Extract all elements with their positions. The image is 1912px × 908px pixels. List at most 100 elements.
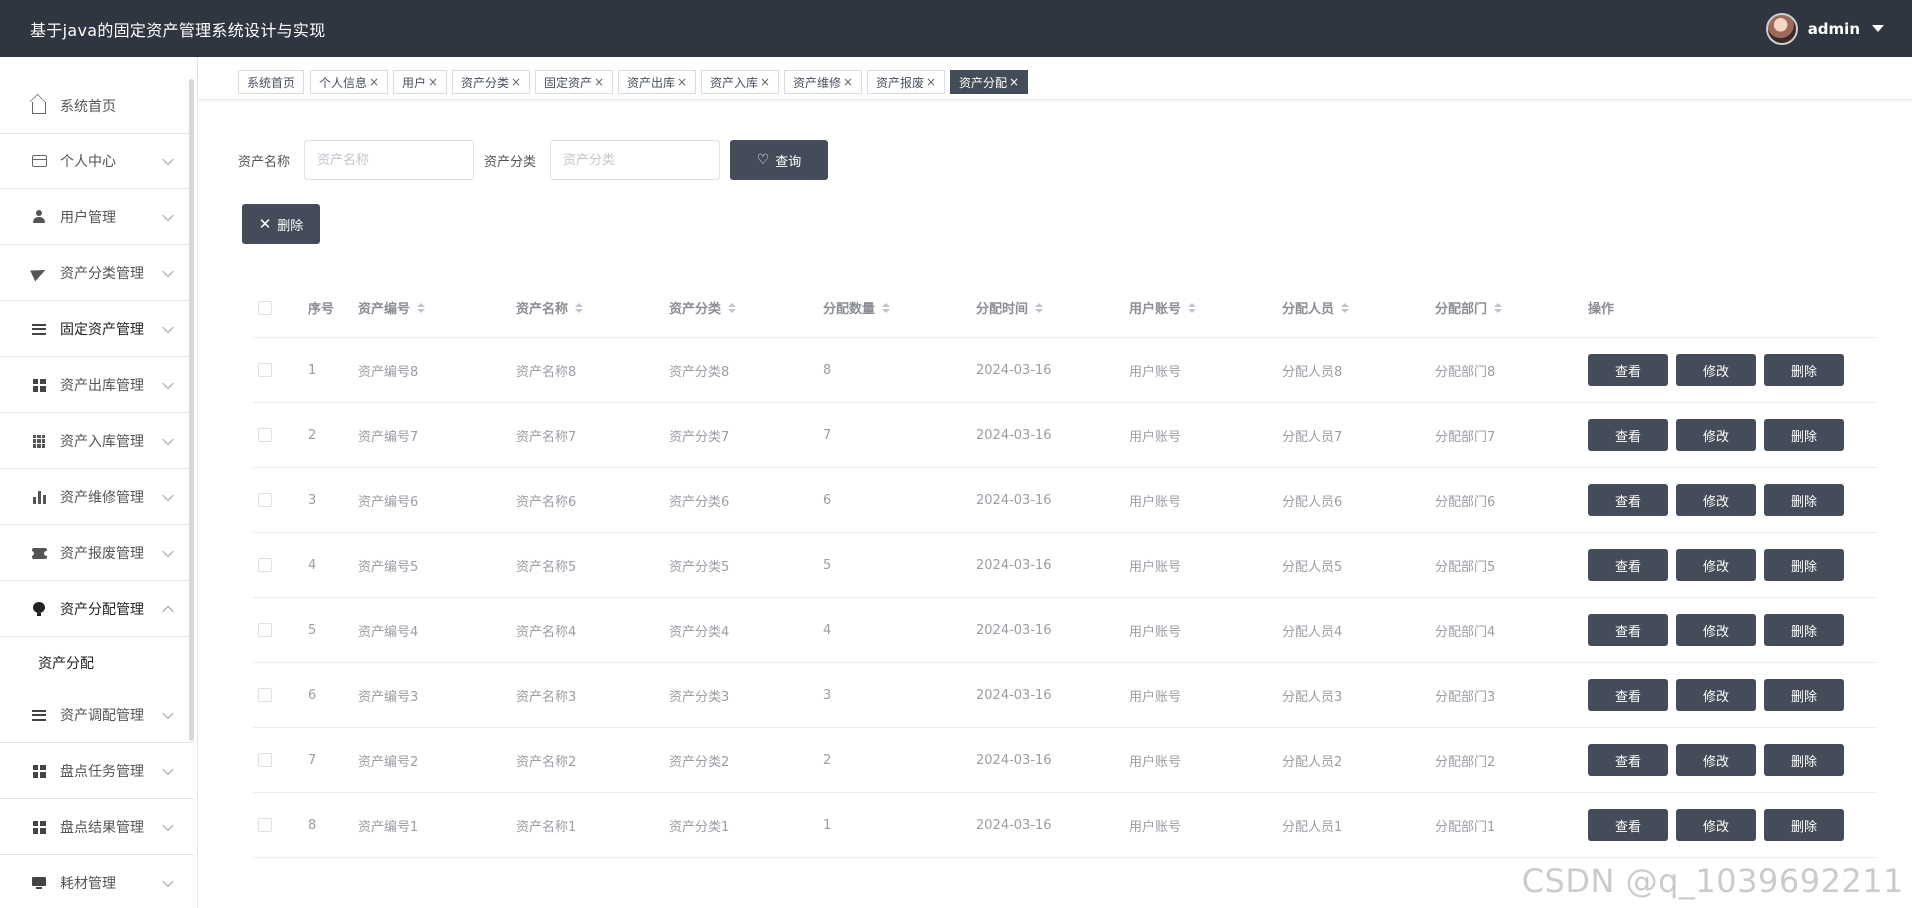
- sort-icon[interactable]: [1188, 302, 1197, 313]
- edit-button[interactable]: 修改: [1676, 549, 1756, 581]
- row-checkbox[interactable]: [258, 793, 272, 857]
- row-delete-button[interactable]: 删除: [1764, 549, 1844, 581]
- edit-button[interactable]: 修改: [1676, 419, 1756, 451]
- sidebar-item-asset-scrap[interactable]: 资产报废管理: [0, 526, 194, 581]
- sort-icon[interactable]: [1341, 302, 1350, 313]
- asset-category-input[interactable]: [550, 140, 720, 180]
- header-asset-name[interactable]: 资产名称: [516, 278, 584, 337]
- close-icon[interactable]: ×: [594, 75, 604, 89]
- delete-button[interactable]: ✕ 删除: [242, 204, 320, 244]
- close-icon[interactable]: ×: [677, 75, 687, 89]
- sort-icon[interactable]: [575, 302, 584, 313]
- edit-button[interactable]: 修改: [1676, 679, 1756, 711]
- select-all-checkbox[interactable]: [258, 278, 272, 337]
- row-checkbox[interactable]: [258, 533, 272, 597]
- table-cell: 2024-03-16: [976, 817, 1052, 833]
- row-actions: 查看 修改 删除: [1588, 793, 1844, 857]
- header-department[interactable]: 分配部门: [1435, 278, 1503, 337]
- asset-name-input[interactable]: [304, 140, 474, 180]
- sidebar-item-asset-outbound[interactable]: 资产出库管理: [0, 358, 194, 413]
- tab-user[interactable]: 用户 ×: [393, 70, 448, 94]
- submenu-item-asset-allocation[interactable]: 资产分配: [0, 638, 194, 688]
- tab-fixed-assets[interactable]: 固定资产 ×: [535, 70, 614, 94]
- sidebar-item-user-management[interactable]: 用户管理: [0, 190, 194, 245]
- tab-personal-info[interactable]: 个人信息 ×: [310, 70, 389, 94]
- row-checkbox[interactable]: [258, 598, 272, 662]
- view-button[interactable]: 查看: [1588, 484, 1668, 516]
- row-delete-button[interactable]: 删除: [1764, 614, 1844, 646]
- header-allocation-time[interactable]: 分配时间: [976, 278, 1044, 337]
- edit-button[interactable]: 修改: [1676, 484, 1756, 516]
- view-button[interactable]: 查看: [1588, 549, 1668, 581]
- tab-asset-category[interactable]: 资产分类 ×: [452, 70, 531, 94]
- view-button[interactable]: 查看: [1588, 809, 1668, 841]
- sidebar-item-asset-allocation[interactable]: 资产分配管理: [0, 582, 194, 637]
- edit-button[interactable]: 修改: [1676, 614, 1756, 646]
- view-button[interactable]: 查看: [1588, 744, 1668, 776]
- query-button[interactable]: ♡ 查询: [730, 140, 828, 180]
- sort-icon[interactable]: [1494, 302, 1503, 313]
- row-checkbox[interactable]: [258, 728, 272, 792]
- sidebar-item-asset-transfer[interactable]: 资产调配管理: [0, 688, 194, 743]
- tab-home[interactable]: 系统首页: [238, 70, 305, 94]
- sort-icon[interactable]: [1035, 302, 1044, 313]
- sidebar-item-inventory-result[interactable]: 盘点结果管理: [0, 800, 194, 855]
- query-button-label: 查询: [775, 154, 802, 170]
- table-cell: 资产名称7: [516, 429, 577, 445]
- tab-asset-outbound[interactable]: 资产出库 ×: [618, 70, 697, 94]
- edit-button[interactable]: 修改: [1676, 809, 1756, 841]
- row-checkbox[interactable]: [258, 468, 272, 532]
- row-actions: 查看 修改 删除: [1588, 468, 1844, 532]
- row-delete-button[interactable]: 删除: [1764, 679, 1844, 711]
- close-icon[interactable]: ×: [428, 75, 438, 89]
- sort-icon[interactable]: [728, 302, 737, 313]
- view-button[interactable]: 查看: [1588, 614, 1668, 646]
- close-icon[interactable]: ×: [760, 75, 770, 89]
- close-icon[interactable]: ×: [926, 75, 936, 89]
- header-assignee[interactable]: 分配人员: [1282, 278, 1350, 337]
- table-cell: 资产分类1: [669, 819, 730, 835]
- sidebar-item-personal-center[interactable]: 个人中心: [0, 134, 194, 189]
- row-delete-button[interactable]: 删除: [1764, 809, 1844, 841]
- sidebar-item-label: 盘点结果管理: [60, 820, 144, 836]
- sort-icon[interactable]: [417, 302, 426, 313]
- row-delete-button[interactable]: 删除: [1764, 744, 1844, 776]
- header-asset-code[interactable]: 资产编号: [358, 278, 426, 337]
- close-icon[interactable]: ×: [1009, 75, 1019, 89]
- row-delete-button[interactable]: 删除: [1764, 354, 1844, 386]
- tab-asset-allocation[interactable]: 资产分配 ×: [950, 70, 1029, 94]
- view-button[interactable]: 查看: [1588, 354, 1668, 386]
- row-actions: 查看 修改 删除: [1588, 663, 1844, 727]
- header-user-account[interactable]: 用户账号: [1129, 278, 1197, 337]
- edit-button[interactable]: 修改: [1676, 744, 1756, 776]
- tab-asset-scrap[interactable]: 资产报废 ×: [867, 70, 946, 94]
- header-asset-category[interactable]: 资产分类: [669, 278, 737, 337]
- row-checkbox[interactable]: [258, 403, 272, 467]
- sidebar-scrollbar[interactable]: [189, 79, 194, 741]
- sidebar-item-fixed-assets[interactable]: 固定资产管理: [0, 302, 194, 357]
- sidebar-item-asset-inbound[interactable]: 资产入库管理: [0, 414, 194, 469]
- edit-button[interactable]: 修改: [1676, 354, 1756, 386]
- view-button[interactable]: 查看: [1588, 419, 1668, 451]
- tab-asset-inbound[interactable]: 资产入库 ×: [701, 70, 780, 94]
- view-button[interactable]: 查看: [1588, 679, 1668, 711]
- table-row: 8 资产编号1 资产名称1 资产分类1 1 2024-03-16 用户账号 分配人员1 分配部门…: [252, 793, 1877, 858]
- row-delete-button[interactable]: 删除: [1764, 419, 1844, 451]
- sidebar-item-inventory-task[interactable]: 盘点任务管理: [0, 744, 194, 799]
- close-icon[interactable]: ×: [511, 75, 521, 89]
- sidebar-item-home[interactable]: 系统首页: [0, 79, 194, 134]
- close-icon[interactable]: ×: [369, 75, 379, 89]
- row-delete-button[interactable]: 删除: [1764, 484, 1844, 516]
- row-checkbox[interactable]: [258, 338, 272, 402]
- sidebar-item-asset-repair[interactable]: 资产维修管理: [0, 470, 194, 525]
- close-icon[interactable]: ×: [843, 75, 853, 89]
- table-cell: 2024-03-16: [976, 622, 1052, 638]
- sidebar-item-asset-category[interactable]: 资产分类管理: [0, 246, 194, 301]
- header-allocation-qty[interactable]: 分配数量: [823, 278, 891, 337]
- user-menu[interactable]: admin: [1765, 12, 1884, 45]
- tab-asset-repair[interactable]: 资产维修 ×: [784, 70, 863, 94]
- sidebar-item-consumables[interactable]: 耗材管理: [0, 856, 194, 908]
- table-cell: 分配人员5: [1282, 559, 1343, 575]
- sort-icon[interactable]: [882, 302, 891, 313]
- row-checkbox[interactable]: [258, 663, 272, 727]
